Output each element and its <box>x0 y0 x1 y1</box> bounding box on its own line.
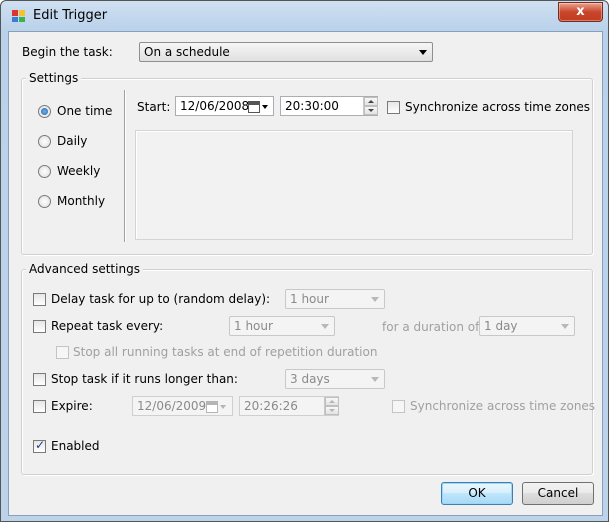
chevron-down-icon <box>220 405 226 409</box>
stop-if-longer-label[interactable]: Stop task if it runs longer than: <box>51 372 238 386</box>
start-time-value: 20:30:00 <box>285 99 339 113</box>
repeat-task-label[interactable]: Repeat task every: <box>51 319 163 333</box>
chevron-down-icon <box>321 324 329 329</box>
radio-monthly-label[interactable]: Monthly <box>57 194 105 208</box>
expire-time-value: 20:26:26 <box>244 399 298 413</box>
expire-time-spinner[interactable] <box>324 397 339 415</box>
stop-duration-dropdown[interactable]: 3 days <box>285 369 385 389</box>
spin-down-icon[interactable] <box>364 106 378 115</box>
close-icon: x <box>576 4 585 19</box>
edit-trigger-dialog: Edit Trigger x Begin the task: On a sche… <box>0 0 609 522</box>
begin-task-dropdown[interactable]: On a schedule <box>139 42 433 62</box>
chevron-down-icon <box>262 105 268 109</box>
radio-one-time-label[interactable]: One time <box>57 104 112 118</box>
radio-daily-label[interactable]: Daily <box>57 134 87 148</box>
expire-sync-timezones-label: Synchronize across time zones <box>410 399 596 413</box>
close-button[interactable]: x <box>558 2 603 22</box>
spin-up-icon[interactable] <box>325 397 339 406</box>
calendar-icon <box>248 101 260 113</box>
ok-button[interactable]: OK <box>441 482 513 505</box>
sync-timezones-label[interactable]: Synchronize across time zones <box>405 100 590 114</box>
chevron-down-icon <box>419 50 427 55</box>
delay-task-label[interactable]: Delay task for up to (random delay): <box>51 292 270 306</box>
delay-duration-dropdown[interactable]: 1 hour <box>285 289 385 309</box>
expire-time-field[interactable]: 20:26:26 <box>239 396 339 416</box>
radio-weekly[interactable] <box>38 165 51 178</box>
expire-date-picker[interactable]: 12/06/2009 <box>132 396 233 416</box>
scheduler-app-icon <box>12 10 25 22</box>
chevron-down-icon <box>561 324 569 329</box>
delay-task-checkbox[interactable] <box>33 293 46 306</box>
sync-timezones-checkbox[interactable] <box>387 101 400 114</box>
calendar-icon <box>206 401 218 413</box>
spin-down-icon[interactable] <box>325 406 339 415</box>
radio-weekly-label[interactable]: Weekly <box>57 164 100 178</box>
begin-task-label: Begin the task: <box>22 45 113 59</box>
dialog-body: Begin the task: On a schedule Settings O… <box>8 31 603 516</box>
repeat-task-checkbox[interactable] <box>33 320 46 333</box>
expire-sync-timezones-checkbox[interactable] <box>392 400 405 413</box>
cancel-button[interactable]: Cancel <box>522 482 594 505</box>
stop-running-tasks-checkbox[interactable] <box>56 346 69 359</box>
stop-running-tasks-label: Stop all running tasks at end of repetit… <box>73 345 378 359</box>
expire-checkbox[interactable] <box>33 400 46 413</box>
stop-if-longer-checkbox[interactable] <box>33 373 46 386</box>
repeat-duration-dropdown[interactable]: 1 day <box>479 316 575 336</box>
radio-monthly[interactable] <box>38 195 51 208</box>
enabled-checkbox[interactable] <box>33 438 46 453</box>
advanced-settings-title: Advanced settings <box>26 262 143 276</box>
settings-group-title: Settings <box>26 71 82 85</box>
expire-date-value: 12/06/2009 <box>137 399 207 413</box>
start-time-field[interactable]: 20:30:00 <box>280 96 378 116</box>
radio-one-time[interactable] <box>38 105 51 118</box>
repeat-interval-value: 1 hour <box>234 319 273 333</box>
start-date-value: 12/06/2008 <box>180 99 250 113</box>
title-bar: Edit Trigger x <box>1 1 608 31</box>
begin-task-value: On a schedule <box>144 45 230 59</box>
radio-daily[interactable] <box>38 135 51 148</box>
stop-duration-value: 3 days <box>290 372 330 386</box>
spin-up-icon[interactable] <box>364 97 378 106</box>
window-title: Edit Trigger <box>33 8 108 23</box>
schedule-options-panel <box>135 130 573 240</box>
start-time-spinner[interactable] <box>363 97 378 115</box>
chevron-down-icon <box>371 297 379 302</box>
chevron-down-icon <box>371 377 379 382</box>
enabled-label[interactable]: Enabled <box>51 439 100 453</box>
repeat-interval-dropdown[interactable]: 1 hour <box>229 316 335 336</box>
settings-divider <box>124 90 125 242</box>
expire-label[interactable]: Expire: <box>51 399 93 413</box>
start-date-picker[interactable]: 12/06/2008 <box>175 96 274 116</box>
duration-label: for a duration of: <box>382 320 483 334</box>
repeat-duration-value: 1 day <box>484 319 518 333</box>
delay-duration-value: 1 hour <box>290 292 329 306</box>
start-label: Start: <box>137 100 171 114</box>
